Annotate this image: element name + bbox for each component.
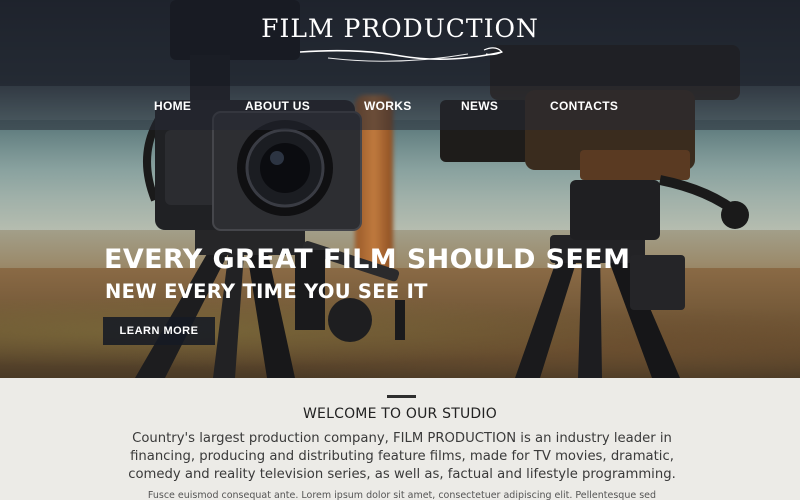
hero-headline-line1: EVERY GREAT FILM SHOULD SEEM: [104, 244, 631, 275]
nav-item-about-us[interactable]: ABOUT US: [245, 99, 310, 113]
welcome-title: WELCOME TO OUR STUDIO: [303, 406, 497, 422]
intro-line: financing, producing and distributing fe…: [130, 449, 674, 464]
intro-paragraph: Country's largest production company, FI…: [110, 430, 694, 484]
nav-item-contacts[interactable]: CONTACTS: [550, 99, 618, 113]
hero-headline-line2: NEW EVERY TIME YOU SEE IT: [105, 280, 428, 303]
main-navigation: HOME ABOUT US WORKS NEWS CONTACTS: [0, 86, 800, 130]
nav-item-home[interactable]: HOME: [154, 99, 191, 113]
intro-line: comedy and reality television series, as…: [128, 467, 676, 482]
header-logo-bar: FILM PRODUCTION: [0, 0, 800, 86]
site-logo[interactable]: FILM PRODUCTION: [0, 14, 800, 43]
welcome-section: WELCOME TO OUR STUDIO Country's largest …: [0, 378, 800, 500]
logo-swash-ornament-icon: [299, 47, 503, 62]
intro-line: Country's largest production company, FI…: [132, 431, 672, 446]
nav-item-news[interactable]: NEWS: [461, 99, 498, 113]
section-divider: [387, 395, 416, 398]
nav-item-works[interactable]: WORKS: [364, 99, 412, 113]
body-text: Fusce euismod consequat ante. Lorem ipsu…: [147, 490, 657, 500]
learn-more-button[interactable]: LEARN MORE: [103, 317, 215, 345]
